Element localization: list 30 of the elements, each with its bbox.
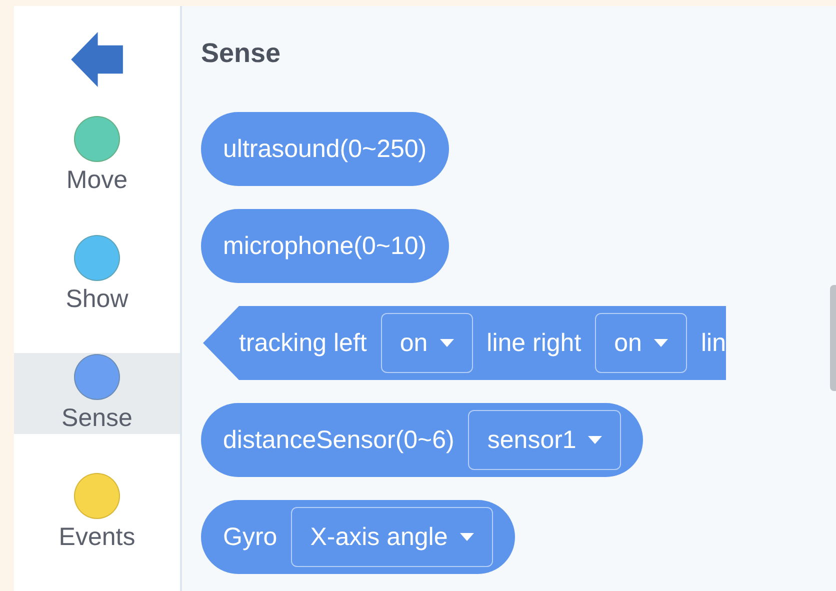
block-dropdown[interactable]: X-axis angle [291, 507, 493, 567]
code-block[interactable]: ultrasound(0~250) [201, 112, 449, 186]
block-label: lin [700, 328, 726, 358]
block-dropdown[interactable]: on [595, 313, 687, 373]
code-block[interactable]: Gyro X-axis angle [201, 500, 515, 574]
category-label: Events [58, 522, 136, 553]
code-block[interactable]: microphone(0~10) [201, 209, 449, 283]
block-label: distanceSensor(0~6) [223, 426, 454, 454]
scrollbar[interactable] [830, 285, 836, 391]
block-label: ultrasound(0~250) [223, 134, 427, 164]
category-title: Sense [201, 37, 282, 70]
block-label: microphone(0~10) [223, 232, 427, 260]
category-item[interactable]: Move [14, 115, 180, 196]
category-label: Move [66, 165, 128, 196]
block-label: line right [486, 328, 582, 358]
caret-icon [654, 339, 668, 347]
category-label: Sense [62, 403, 132, 434]
category-item[interactable]: Show [14, 234, 180, 315]
block-dropdown[interactable]: sensor1 [468, 410, 622, 470]
code-block[interactable]: distanceSensor(0~6) sensor1 [201, 403, 644, 477]
caret-icon [588, 436, 602, 444]
block-label: tracking left [239, 328, 367, 358]
code-block[interactable]: tracking left on line right on lin [203, 306, 726, 380]
category-item[interactable]: Sense [14, 353, 180, 434]
block-dropdown[interactable]: on [380, 313, 473, 373]
caret-icon [440, 339, 454, 347]
category-item[interactable]: Events [14, 472, 180, 553]
block-label: Gyro [223, 522, 278, 552]
category-label: Show [66, 284, 128, 315]
caret-icon [460, 533, 474, 541]
